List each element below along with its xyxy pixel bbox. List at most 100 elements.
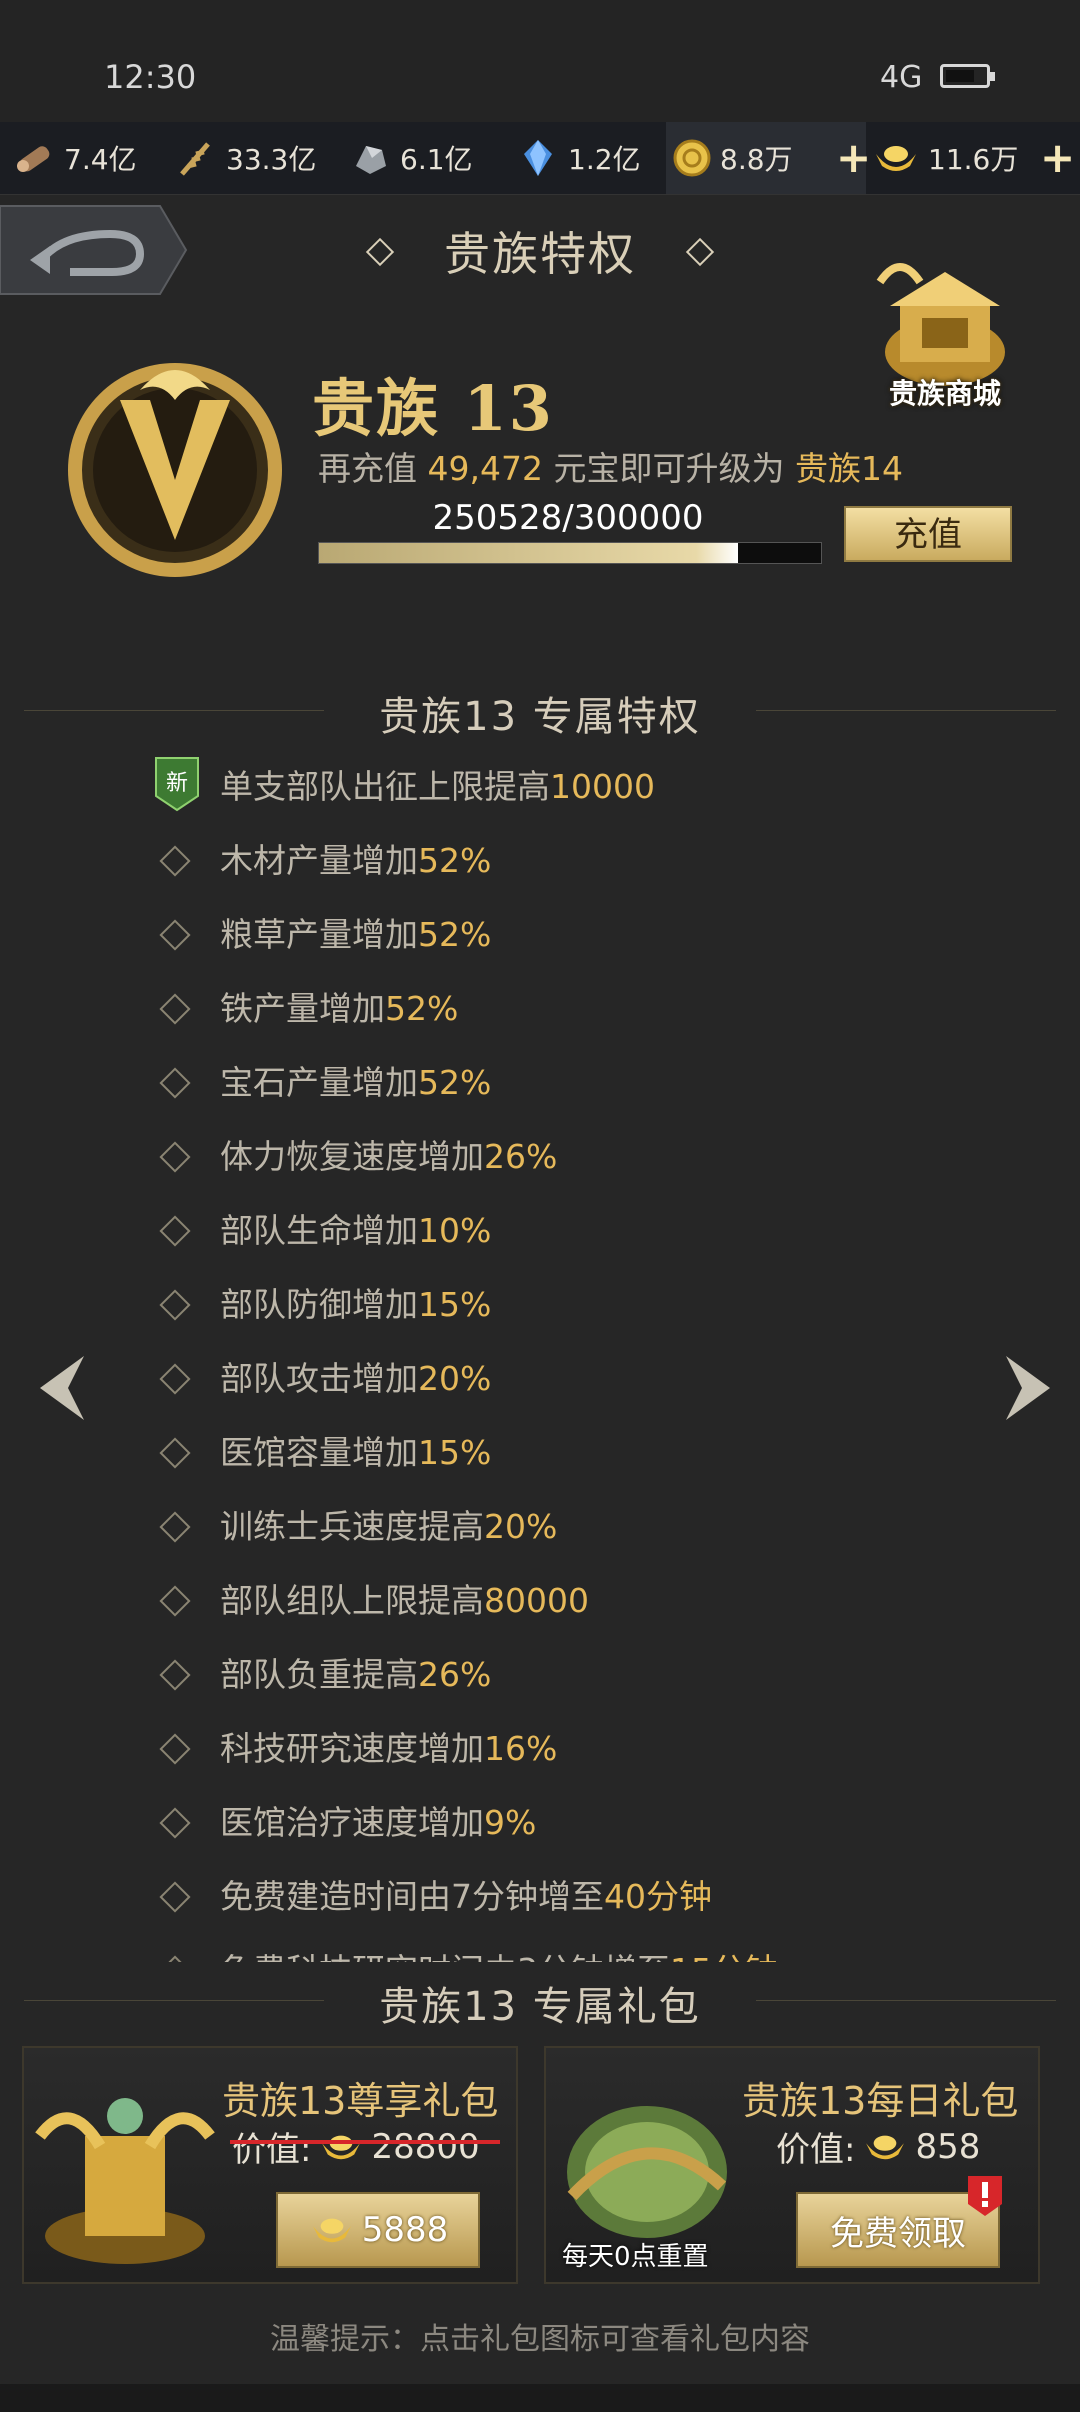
privilege-label: 免费建造时间由7分钟增至: [220, 1877, 604, 1916]
privilege-text: 部队组队上限提高80000: [220, 1574, 589, 1622]
battery-icon: [940, 64, 995, 88]
progress-bar: [318, 542, 822, 564]
recharge-button[interactable]: 充值: [844, 506, 1012, 562]
privilege-value: 80000: [484, 1581, 589, 1620]
diamond-bullet-icon: [159, 1585, 191, 1617]
privilege-value: 15%: [418, 1285, 492, 1324]
progress-fill: [319, 543, 739, 563]
privilege-item: 铁产量增加52%: [0, 972, 1080, 1046]
privilege-label: 体力恢复速度增加: [220, 1137, 484, 1176]
privilege-item: 体力恢复速度增加26%: [0, 1120, 1080, 1194]
privilege-value: 52%: [418, 841, 492, 880]
privileges-title: 贵族13 专属特权: [379, 694, 701, 740]
privilege-text: 铁产量增加52%: [220, 982, 458, 1030]
ingot-icon: [312, 2218, 351, 2243]
next-level: 贵族14: [794, 449, 903, 488]
new-badge-label: 新: [166, 771, 188, 796]
privilege-label: 部队组队上限提高: [220, 1581, 484, 1620]
privilege-item: 新 单支部队出征上限提高10000: [0, 750, 1080, 824]
previous-arrow-icon[interactable]: [34, 1352, 94, 1424]
noble-level: 贵族 13: [312, 372, 554, 445]
daily-gift-icon[interactable]: [552, 2076, 742, 2246]
privilege-label: 铁产量增加: [220, 989, 385, 1028]
upgrade-mid: 元宝即可升级为: [553, 449, 785, 488]
privilege-value: 52%: [385, 989, 459, 1028]
privilege-item: 部队生命增加10%: [0, 1194, 1080, 1268]
resource-gold-coin-value: 8.8万: [720, 143, 793, 176]
privilege-item: 部队负重提高26%: [0, 1638, 1080, 1712]
gift-card-exclusive[interactable]: 贵族13尊享礼包 价值: 28800 5888: [22, 2046, 518, 2284]
gift-value-label: 价值:: [232, 2130, 312, 2170]
privileges-list[interactable]: 新单支部队出征上限提高10000 木材产量增加52% 粮草产量增加52% 铁产量增加5…: [0, 750, 1080, 1962]
privilege-label: 部队防御增加: [220, 1285, 418, 1324]
privilege-value: 10%: [418, 1211, 492, 1250]
network-indicator: 4G: [880, 60, 923, 95]
privilege-text: 部队生命增加10%: [220, 1204, 491, 1252]
gift-value: 价值: 28800: [232, 2122, 480, 2171]
buy-gift-button[interactable]: 5888: [276, 2192, 480, 2268]
status-time: 12:30: [104, 58, 197, 96]
privilege-label: 粮草产量增加: [220, 915, 418, 954]
privilege-item: 医馆治疗速度增加9%: [0, 1786, 1080, 1860]
grain-icon: [180, 142, 210, 176]
privilege-text: 单支部队出征上限提高10000: [220, 760, 655, 808]
privilege-label: 医馆治疗速度增加: [220, 1803, 484, 1842]
privilege-text: 部队负重提高26%: [220, 1648, 491, 1696]
gift-value-label: 价值:: [776, 2130, 856, 2170]
privilege-text: 部队攻击增加20%: [220, 1352, 491, 1400]
resource-wood: 7.4亿: [12, 122, 137, 194]
diamond-bullet-icon: [159, 1289, 191, 1321]
privilege-value: 16%: [484, 1729, 558, 1768]
privilege-label: 宝石产量增加: [220, 1063, 418, 1102]
privilege-item: 医馆容量增加15%: [0, 1416, 1080, 1490]
privilege-value: 20%: [418, 1359, 492, 1398]
privilege-item: 科技研究速度增加16%: [0, 1712, 1080, 1786]
ingot-icon: [866, 2135, 905, 2159]
privilege-value: 26%: [418, 1655, 492, 1694]
alert-icon: [968, 2176, 1002, 2216]
diamond-bullet-icon: [159, 1807, 191, 1839]
gift-card-daily[interactable]: 每天0点重置 贵族13每日礼包 价值: 858 免费领取: [544, 2046, 1040, 2284]
privilege-value: 15%: [418, 1433, 492, 1472]
bottom-bar: [0, 2384, 1080, 2412]
privilege-item: 宝石产量增加52%: [0, 1046, 1080, 1120]
privilege-label: 科技研究速度增加: [220, 1729, 484, 1768]
diamond-bullet-icon: [159, 993, 191, 1025]
privilege-value: 20%: [484, 1507, 558, 1546]
privilege-text: 训练士兵速度提高20%: [220, 1500, 557, 1548]
privilege-value: 9%: [484, 1803, 537, 1842]
gift-value-amount: 28800: [371, 2126, 480, 2167]
gold-coin-icon: [673, 139, 711, 177]
diamond-bullet-icon: [159, 1955, 191, 1962]
privilege-item: 部队攻击增加20%: [0, 1342, 1080, 1416]
privilege-text: 粮草产量增加52%: [220, 908, 491, 956]
resource-wood-value: 7.4亿: [64, 143, 137, 176]
privilege-item: 粮草产量增加52%: [0, 898, 1080, 972]
resource-iron: 6.1亿: [348, 122, 473, 194]
privilege-label: 免费科技研究时间由3分钟增至: [220, 1951, 670, 1962]
noble-shop-label[interactable]: 贵族商城: [860, 372, 1030, 412]
gifts-title: 贵族13 专属礼包: [379, 1984, 701, 2030]
diamond-bullet-icon: [159, 1215, 191, 1247]
new-badge-icon: 新: [155, 757, 199, 812]
resource-bar: 7.4亿 33.3亿 6.1亿 1.2亿 8.8万 + 11.6万 +: [0, 122, 1080, 195]
resource-grain: 33.3亿: [174, 122, 316, 194]
gift-value: 价值: 858: [776, 2122, 980, 2171]
privilege-value: 40分钟: [604, 1877, 712, 1916]
add-resource-button[interactable]: +: [1040, 134, 1075, 182]
next-arrow-icon[interactable]: [996, 1352, 1056, 1424]
status-bar: 12:30 4G: [0, 0, 1080, 122]
add-ingot-button[interactable]: +: [836, 134, 871, 182]
privilege-text: 科技研究速度增加16%: [220, 1722, 557, 1770]
upgrade-prefix: 再充值: [318, 449, 417, 488]
reset-note: 每天0点重置: [562, 2242, 709, 2272]
privilege-item: 部队组队上限提高80000: [0, 1564, 1080, 1638]
resource-iron-value: 6.1亿: [400, 143, 473, 176]
privilege-label: 单支部队出征上限提高: [220, 767, 550, 806]
privilege-value: 15分钟: [670, 1951, 778, 1962]
diamond-bullet-icon: [159, 1437, 191, 1469]
gift-pack-icon[interactable]: [30, 2076, 220, 2276]
privilege-label: 部队生命增加: [220, 1211, 418, 1250]
diamond-bullet-icon: [159, 1511, 191, 1543]
strikethrough-line: [230, 2140, 500, 2144]
